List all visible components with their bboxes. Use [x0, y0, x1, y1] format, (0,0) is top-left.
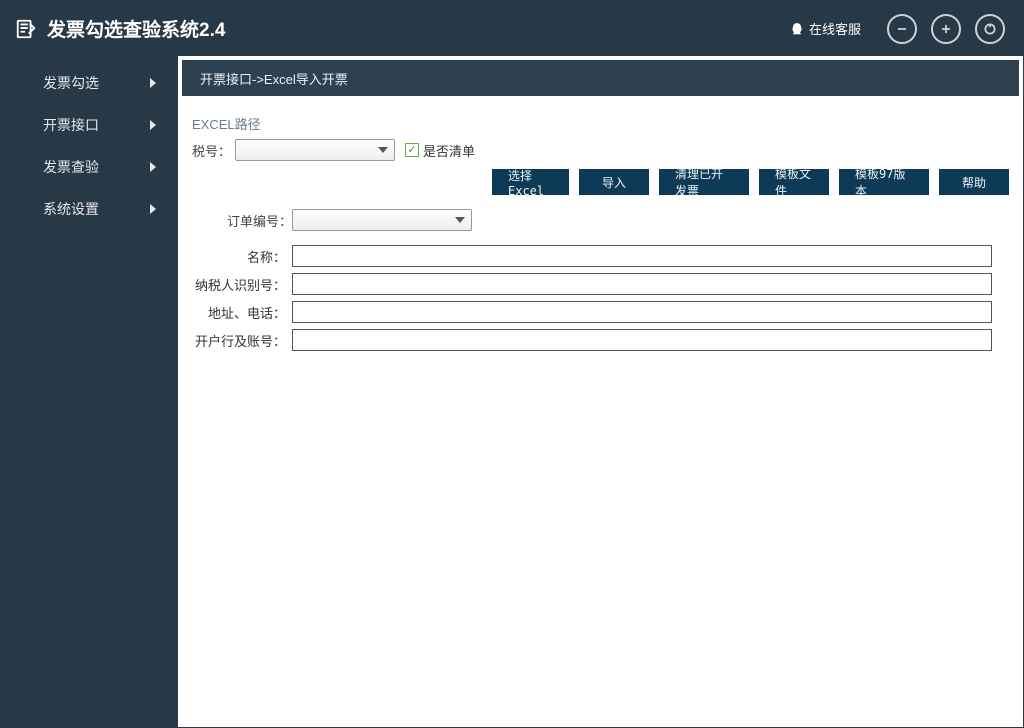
is-list-checkbox[interactable]: ✓: [405, 143, 419, 157]
breadcrumb: 开票接口->Excel导入开票: [182, 60, 1019, 96]
content-area: 开票接口->Excel导入开票 EXCEL路径 税号： ✓ 是否清单 选择Exc…: [178, 56, 1023, 727]
help-button[interactable]: 帮助: [939, 169, 1009, 195]
chevron-right-icon: [150, 204, 156, 214]
select-excel-button[interactable]: 选择Excel: [492, 169, 569, 195]
name-input[interactable]: [292, 245, 992, 267]
template-file-button[interactable]: 模板文件: [759, 169, 829, 195]
taxpayer-id-label: 纳税人识别号：: [192, 275, 292, 294]
app-title: 发票勾选查验系统2.4: [47, 15, 225, 42]
app-logo-icon: [15, 18, 37, 40]
customer-service-label: 在线客服: [809, 19, 861, 38]
action-button-bar: 选择Excel 导入 清理已开发票 模板文件 模板97版本 帮助: [192, 169, 1009, 195]
excel-path-label: EXCEL路径: [192, 114, 1009, 133]
sidebar-item-label: 发票查验: [43, 157, 99, 177]
app-header: 发票勾选查验系统2.4 在线客服: [1, 1, 1023, 56]
is-list-label: 是否清单: [423, 141, 475, 160]
address-phone-input[interactable]: [292, 301, 992, 323]
maximize-button[interactable]: [931, 14, 961, 44]
taxpayer-id-input[interactable]: [292, 273, 992, 295]
qq-icon: [789, 21, 805, 37]
close-button[interactable]: [975, 14, 1005, 44]
sidebar-item-invoice-interface[interactable]: 开票接口: [1, 104, 178, 146]
sidebar-item-label: 开票接口: [43, 115, 99, 135]
template97-button[interactable]: 模板97版本: [839, 169, 929, 195]
name-label: 名称：: [192, 247, 292, 266]
breadcrumb-text: 开票接口->Excel导入开票: [200, 69, 348, 88]
order-number-label: 订单编号：: [192, 211, 292, 230]
clear-invoices-button[interactable]: 清理已开发票: [659, 169, 749, 195]
import-button[interactable]: 导入: [579, 169, 649, 195]
sidebar: 发票勾选 开票接口 发票查验 系统设置: [1, 56, 178, 727]
sidebar-item-system-settings[interactable]: 系统设置: [1, 188, 178, 230]
customer-service-link[interactable]: 在线客服: [789, 19, 861, 38]
sidebar-item-invoice-check[interactable]: 发票勾选: [1, 62, 178, 104]
tax-number-label: 税号：: [192, 141, 231, 160]
minimize-button[interactable]: [887, 14, 917, 44]
chevron-right-icon: [150, 162, 156, 172]
address-phone-label: 地址、电话：: [192, 303, 292, 322]
sidebar-item-label: 发票勾选: [43, 73, 99, 93]
chevron-right-icon: [150, 78, 156, 88]
chevron-right-icon: [150, 120, 156, 130]
order-number-select[interactable]: [292, 209, 472, 231]
tax-number-select[interactable]: [235, 139, 395, 161]
bank-account-label: 开户行及账号：: [192, 331, 292, 350]
bank-account-input[interactable]: [292, 329, 992, 351]
sidebar-item-invoice-verify[interactable]: 发票查验: [1, 146, 178, 188]
sidebar-item-label: 系统设置: [43, 199, 99, 219]
